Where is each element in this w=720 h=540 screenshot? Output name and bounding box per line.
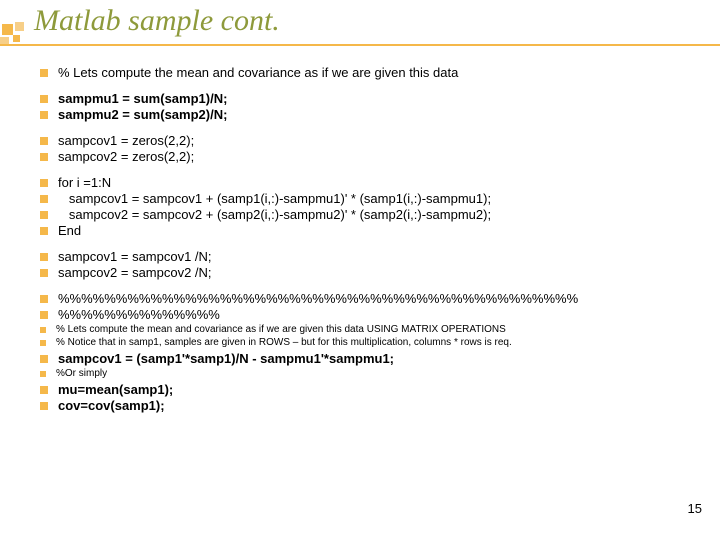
list-item-text: %Or simply	[56, 369, 107, 379]
list-item: sampcov2 = sampcov2 + (samp2(i,:)-sampmu…	[40, 208, 700, 221]
list-item-text: % Notice that in samp1, samples are give…	[56, 338, 512, 348]
square-bullet-icon	[40, 402, 48, 410]
list-item-text: sampcov1 = sampcov1 /N;	[58, 250, 212, 263]
list-item: sampcov2 = sampcov2 /N;	[40, 266, 700, 279]
list-item: sampcov1 = (samp1'*samp1)/N - sampmu1'*s…	[40, 352, 700, 365]
list-item: %%%%%%%%%%%%%%	[40, 308, 700, 321]
list-item-text: sampcov1 = (samp1'*samp1)/N - sampmu1'*s…	[58, 352, 394, 365]
page-number: 15	[688, 501, 702, 516]
square-bullet-icon	[40, 211, 48, 219]
square-bullet-icon	[40, 269, 48, 277]
list-item-text: %%%%%%%%%%%%%%	[58, 308, 220, 321]
slide-content: % Lets compute the mean and covariance a…	[40, 66, 700, 540]
list-item-text: %%%%%%%%%%%%%%%%%%%%%%%%%%%%%%%%%%%%%%%%…	[58, 292, 578, 305]
square-bullet-icon	[40, 311, 48, 319]
list-item: mu=mean(samp1);	[40, 383, 700, 396]
square-bullet-icon	[40, 137, 48, 145]
slide-title: Matlab sample cont.	[34, 4, 280, 38]
square-bullet-icon	[40, 355, 48, 363]
list-item-text: mu=mean(samp1);	[58, 383, 173, 396]
list-item: sampcov1 = sampcov1 /N;	[40, 250, 700, 263]
list-item: sampmu1 = sum(samp1)/N;	[40, 92, 700, 105]
list-item-text: sampcov2 = zeros(2,2);	[58, 150, 194, 163]
list-item: %%%%%%%%%%%%%%%%%%%%%%%%%%%%%%%%%%%%%%%%…	[40, 292, 700, 305]
square-bullet-icon	[40, 386, 48, 394]
square-bullet-icon	[40, 253, 48, 261]
list-item-text: sampcov1 = sampcov1 + (samp1(i,:)-sampmu…	[58, 192, 491, 205]
list-item-text: sampcov2 = sampcov2 + (samp2(i,:)-sampmu…	[58, 208, 491, 221]
list-item: % Notice that in samp1, samples are give…	[40, 338, 700, 348]
list-item: cov=cov(samp1);	[40, 399, 700, 412]
square-bullet-icon	[40, 111, 48, 119]
square-bullet-icon	[40, 69, 48, 77]
list-item: for i =1:N	[40, 176, 700, 189]
square-bullet-icon	[40, 179, 48, 187]
list-item: %Or simply	[40, 369, 700, 379]
list-item-text: for i =1:N	[58, 176, 111, 189]
square-bullet-icon	[40, 195, 48, 203]
list-item: sampmu2 = sum(samp2)/N;	[40, 108, 700, 121]
list-item-text: sampcov2 = sampcov2 /N;	[58, 266, 212, 279]
title-underline	[0, 44, 720, 46]
list-item: % Lets compute the mean and covariance a…	[40, 325, 700, 335]
list-item: End	[40, 224, 700, 237]
square-bullet-icon	[40, 371, 46, 377]
square-bullet-icon	[40, 95, 48, 103]
list-item-text: % Lets compute the mean and covariance a…	[58, 66, 458, 79]
list-item: sampcov1 = zeros(2,2);	[40, 134, 700, 147]
list-item: % Lets compute the mean and covariance a…	[40, 66, 700, 79]
square-bullet-icon	[40, 153, 48, 161]
list-item-text: sampmu2 = sum(samp2)/N;	[58, 108, 227, 121]
list-item: sampcov2 = zeros(2,2);	[40, 150, 700, 163]
square-bullet-icon	[40, 340, 46, 346]
list-item: sampcov1 = sampcov1 + (samp1(i,:)-sampmu…	[40, 192, 700, 205]
list-item-text: cov=cov(samp1);	[58, 399, 165, 412]
square-bullet-icon	[40, 295, 48, 303]
square-bullet-icon	[40, 227, 48, 235]
list-item-text: % Lets compute the mean and covariance a…	[56, 325, 506, 335]
list-item-text: sampmu1 = sum(samp1)/N;	[58, 92, 227, 105]
square-bullet-icon	[40, 327, 46, 333]
list-item-text: End	[58, 224, 81, 237]
list-item-text: sampcov1 = zeros(2,2);	[58, 134, 194, 147]
